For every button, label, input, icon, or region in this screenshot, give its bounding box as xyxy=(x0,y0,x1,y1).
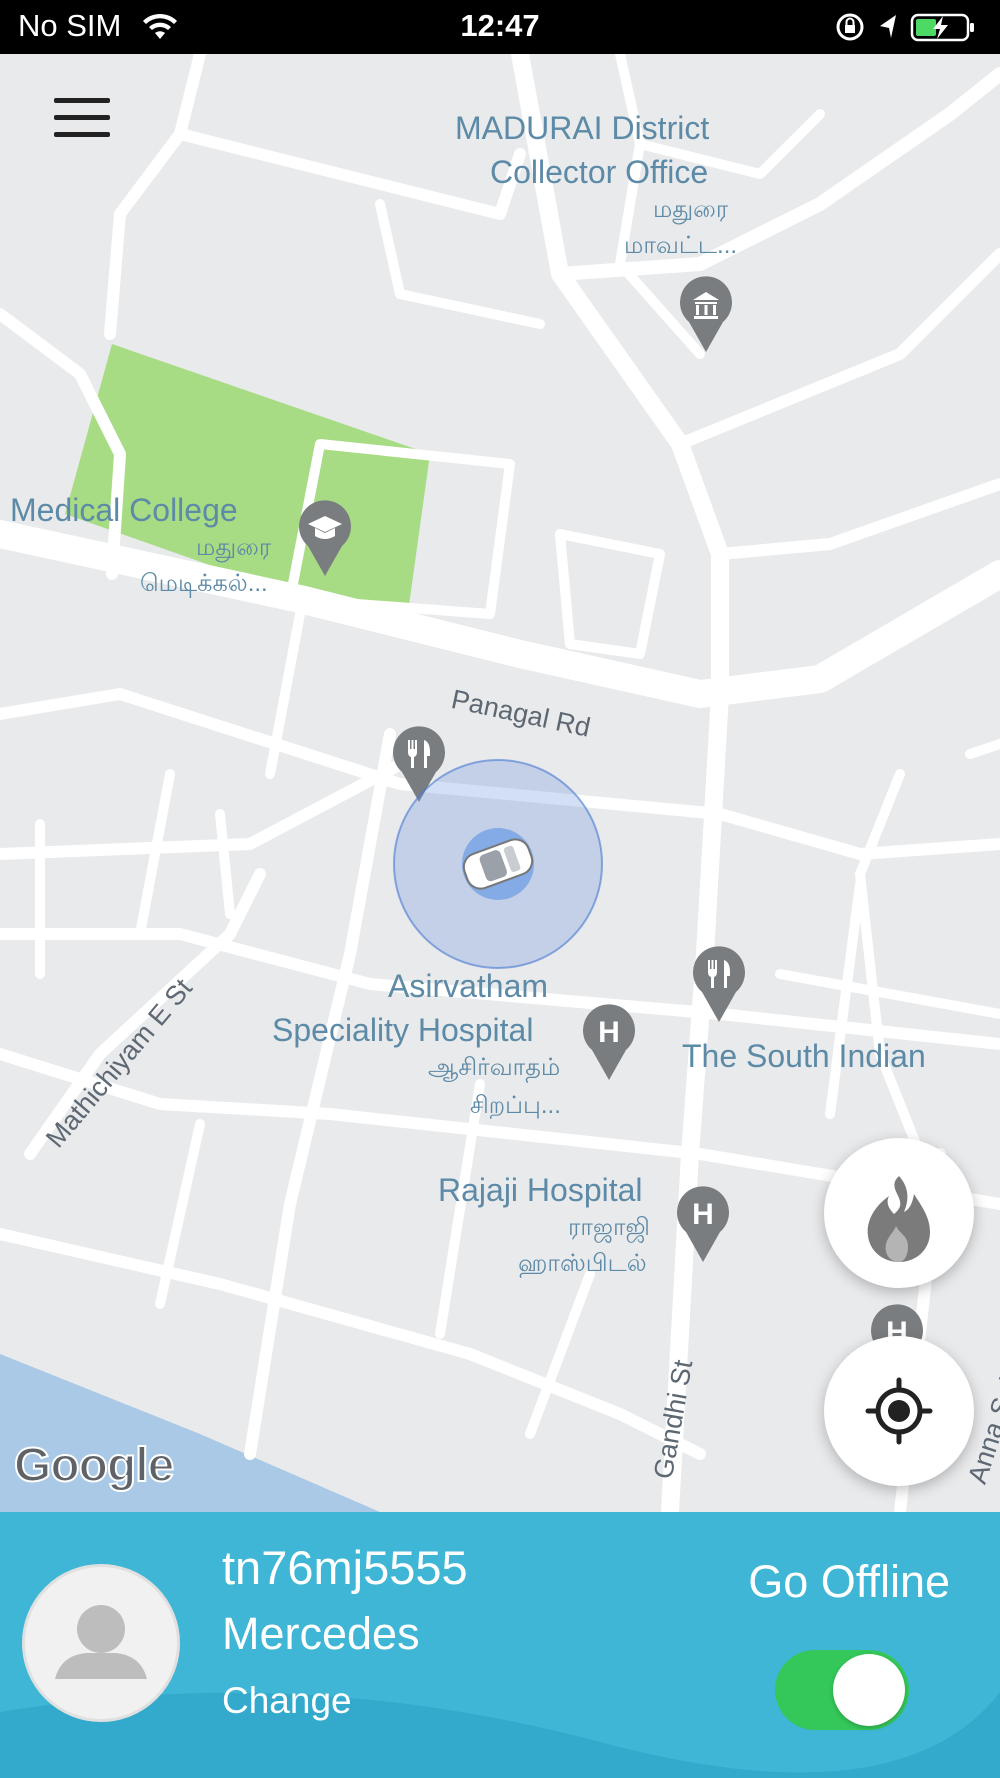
status-icons xyxy=(836,13,974,42)
hamburger-menu-icon xyxy=(54,115,110,120)
school-pin-icon[interactable] xyxy=(296,500,354,578)
driver-panel: tn76mj5555 Mercedes Change Go Offline xyxy=(0,1512,1000,1778)
menu-button[interactable] xyxy=(50,94,116,146)
map-view[interactable]: MADURAI District Collector Office மதுரை … xyxy=(0,54,1000,1512)
poi-label-asirvatham-tamil: சிறப்பு... xyxy=(470,1092,561,1119)
poi-label-rajaji-hospital: Rajaji Hospital xyxy=(438,1172,643,1208)
poi-label-collector-office: Collector Office xyxy=(490,154,709,190)
poi-label-asirvatham: Speciality Hospital xyxy=(272,1012,534,1048)
online-status-toggle[interactable] xyxy=(775,1650,909,1730)
poi-label-collector-office: MADURAI District xyxy=(455,110,710,146)
battery-icon xyxy=(910,13,974,42)
heatmap-button[interactable] xyxy=(824,1138,974,1288)
orientation-lock-icon xyxy=(836,13,864,41)
poi-label-south-indian: The South Indian xyxy=(682,1038,926,1074)
driver-avatar[interactable] xyxy=(22,1564,180,1722)
svg-text:H: H xyxy=(598,1016,620,1049)
hospital-pin-icon[interactable]: H xyxy=(674,1186,732,1264)
poi-label-rajaji-tamil: ராஜாஜி xyxy=(568,1214,650,1241)
google-logo: Google xyxy=(13,1438,175,1493)
status-bar: No SIM 12:47 xyxy=(0,0,1000,54)
toggle-knob xyxy=(833,1654,905,1726)
museum-pin-icon[interactable] xyxy=(677,276,735,354)
vehicle-plate: tn76mj5555 xyxy=(222,1541,468,1594)
change-vehicle-link[interactable]: Change xyxy=(222,1680,352,1722)
svg-text:H: H xyxy=(692,1198,714,1231)
hospital-pin-icon[interactable]: H xyxy=(580,1004,638,1082)
hamburger-menu-icon xyxy=(54,98,110,103)
user-silhouette-icon xyxy=(55,1605,147,1679)
current-location-marker xyxy=(393,759,603,969)
crosshair-location-icon xyxy=(865,1377,933,1445)
hamburger-menu-icon xyxy=(54,132,110,137)
recenter-button[interactable] xyxy=(824,1336,974,1486)
flame-icon xyxy=(867,1176,930,1262)
restaurant-pin-icon[interactable] xyxy=(690,946,748,1024)
poi-label-collector-office-tamil: மதுரை xyxy=(653,196,729,223)
poi-label-medical-college-tamil: மெடிக்கல்... xyxy=(140,570,268,597)
poi-label-asirvatham-tamil: ஆசிர்வாதம் xyxy=(428,1054,561,1081)
vehicle-model: Mercedes xyxy=(222,1608,420,1659)
go-offline-label: Go Offline xyxy=(748,1556,950,1607)
poi-label-medical-college-tamil: மதுரை xyxy=(196,534,272,561)
poi-label-rajaji-tamil: ஹாஸ்பிடல் xyxy=(518,1250,647,1277)
poi-label-medical-college: i Medical College xyxy=(0,492,238,528)
poi-label-collector-office-tamil: மாவட்ட... xyxy=(624,232,738,259)
location-arrow-icon xyxy=(880,15,896,38)
